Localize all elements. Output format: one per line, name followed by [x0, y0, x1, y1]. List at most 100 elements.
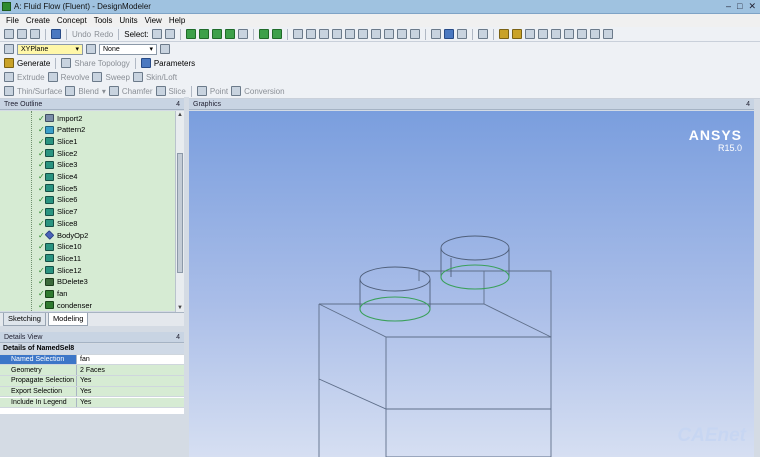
flag-tool-icon[interactable] — [602, 29, 613, 39]
graphics-viewport[interactable]: ANSYS R15.0 CAEnet — [189, 111, 754, 457]
zoom-next-icon[interactable] — [383, 29, 394, 39]
revolve-button[interactable]: Revolve — [61, 73, 90, 82]
tree-item-pattern2[interactable]: ✓ Pattern2 — [38, 124, 85, 136]
line-tool-2-icon[interactable] — [537, 29, 548, 39]
tree-item-bodyop2[interactable]: ✓ BodyOp2 — [38, 229, 88, 241]
blend-button[interactable]: Blend — [78, 87, 98, 96]
details-header-row[interactable]: Details of NamedSel8 — [0, 344, 184, 355]
details-row-include-in-legend[interactable]: Include In Legend Yes — [0, 397, 184, 409]
look-at-icon[interactable] — [409, 29, 420, 39]
rotate-icon[interactable] — [292, 29, 303, 39]
tree-item-slice2[interactable]: ✓ Slice2 — [38, 147, 77, 159]
menu-create[interactable]: Create — [26, 16, 50, 25]
parameters-button[interactable]: Parameters — [154, 59, 195, 68]
tree-item-import2[interactable]: ✓ Import2 — [38, 112, 82, 124]
line-tool-icon[interactable] — [524, 29, 535, 39]
point-icon[interactable] — [456, 29, 467, 39]
select-edges-icon[interactable] — [198, 29, 209, 39]
scroll-up-icon[interactable]: ▲ — [177, 112, 183, 118]
tab-sketching[interactable]: Sketching — [3, 313, 46, 326]
select-mode-icon[interactable] — [151, 29, 162, 39]
tree-pin-icon[interactable]: 4 — [176, 101, 180, 108]
line-tool-5-icon[interactable] — [576, 29, 587, 39]
details-row-export-selection[interactable]: Export Selection Yes — [0, 386, 184, 398]
zoom-fit-icon[interactable] — [258, 29, 269, 39]
tree-item-slice4[interactable]: ✓ Slice4 — [38, 171, 77, 183]
menu-view[interactable]: View — [145, 16, 162, 25]
color-face-icon[interactable] — [511, 29, 522, 39]
menu-help[interactable]: Help — [169, 16, 185, 25]
details-row-propagate-selection[interactable]: Propagate Selection Yes — [0, 376, 184, 387]
model-wireframe[interactable] — [189, 111, 754, 457]
slice-button[interactable]: Slice — [169, 87, 186, 96]
zoom-out-icon[interactable] — [344, 29, 355, 39]
menu-units[interactable]: Units — [119, 16, 137, 25]
pan-icon[interactable] — [305, 29, 316, 39]
graphics-pin-icon[interactable]: 4 — [746, 101, 750, 108]
tab-modeling[interactable]: Modeling — [47, 313, 89, 326]
undo-button[interactable]: Undo — [72, 30, 91, 39]
plane-dropdown[interactable]: XYPlane ▾ — [17, 43, 83, 55]
sketch-dropdown[interactable]: None ▾ — [99, 43, 157, 55]
sweep-button[interactable]: Sweep — [105, 73, 129, 82]
select-filter-icon[interactable] — [164, 29, 175, 39]
screenshot-icon[interactable] — [51, 29, 61, 39]
details-pin-icon[interactable]: 4 — [176, 334, 180, 341]
chamfer-button[interactable]: Chamfer — [122, 87, 153, 96]
new-plane-icon[interactable] — [86, 44, 96, 54]
point-button[interactable]: Point — [210, 87, 228, 96]
tree-scrollbar[interactable]: ▲ ▼ — [175, 111, 184, 312]
new-file-icon[interactable] — [4, 29, 14, 39]
tree-item-fan[interactable]: ✓ fan — [38, 288, 67, 300]
pin-tool-icon[interactable] — [589, 29, 600, 39]
render-icon[interactable] — [477, 29, 488, 39]
color-body-icon[interactable] — [498, 29, 509, 39]
extend-selection-icon[interactable] — [237, 29, 248, 39]
extrude-button[interactable]: Extrude — [17, 73, 45, 82]
tree-item-slice8[interactable]: ✓ Slice8 — [38, 217, 77, 229]
minimize-icon[interactable]: – — [726, 1, 731, 12]
scroll-down-icon[interactable]: ▼ — [177, 305, 183, 311]
display-model-icon[interactable] — [443, 29, 454, 39]
tree-item-slice12[interactable]: ✓ Slice12 — [38, 264, 82, 276]
tree-item-slice3[interactable]: ✓ Slice3 — [38, 159, 77, 171]
zoom-previous-icon[interactable] — [370, 29, 381, 39]
menu-tools[interactable]: Tools — [94, 16, 113, 25]
generate-button[interactable]: Generate — [17, 59, 50, 68]
blend-dropdown-arrow[interactable]: ▾ — [102, 87, 106, 96]
new-sketch-icon[interactable] — [160, 44, 170, 54]
select-points-icon[interactable] — [185, 29, 196, 39]
box-select-icon[interactable] — [271, 29, 282, 39]
details-row-named-selection[interactable]: Named Selection fan — [0, 354, 184, 366]
zoom-box-icon[interactable] — [357, 29, 368, 39]
conversion-button[interactable]: Conversion — [244, 87, 284, 96]
skin-loft-button[interactable]: Skin/Loft — [146, 73, 177, 82]
named-selection-input[interactable]: fan — [76, 354, 184, 365]
select-bodies-icon[interactable] — [224, 29, 235, 39]
line-tool-3-icon[interactable] — [550, 29, 561, 39]
details-row-geometry[interactable]: Geometry 2 Faces — [0, 365, 184, 377]
thin-surface-button[interactable]: Thin/Surface — [17, 87, 62, 96]
tree-item-condenser[interactable]: ✓ condenser — [38, 299, 92, 311]
share-topology-button[interactable]: Share Topology — [74, 59, 129, 68]
tree-item-bdelete3[interactable]: ✓ BDelete3 — [38, 276, 88, 288]
iso-view-icon[interactable] — [396, 29, 407, 39]
menu-concept[interactable]: Concept — [57, 16, 87, 25]
select-faces-icon[interactable] — [211, 29, 222, 39]
menu-file[interactable]: File — [6, 16, 19, 25]
export-icon[interactable] — [30, 29, 40, 39]
tree-scroll-thumb[interactable] — [177, 153, 183, 273]
tree-item-slice6[interactable]: ✓ Slice6 — [38, 194, 77, 206]
zoom-icon[interactable] — [318, 29, 329, 39]
maximize-icon[interactable]: □ — [737, 1, 742, 12]
tree-item-slice7[interactable]: ✓ Slice7 — [38, 206, 77, 218]
display-plane-icon[interactable] — [430, 29, 441, 39]
save-icon[interactable] — [17, 29, 27, 39]
zoom-in-icon[interactable] — [331, 29, 342, 39]
tree-item-slice11[interactable]: ✓ Slice11 — [38, 252, 81, 264]
close-icon[interactable]: ✕ — [748, 1, 756, 12]
redo-button[interactable]: Redo — [94, 30, 113, 39]
tree-item-slice5[interactable]: ✓ Slice5 — [38, 182, 77, 194]
tree-item-slice1[interactable]: ✓ Slice1 — [38, 135, 77, 147]
tree-item-slice10[interactable]: ✓ Slice10 — [38, 241, 82, 253]
